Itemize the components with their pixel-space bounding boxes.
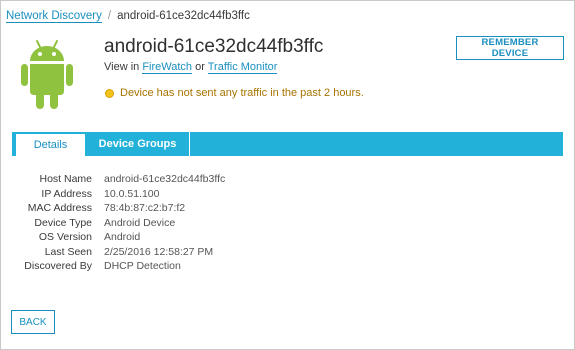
- detail-value: 78:4b:87:c2:b7:f2: [104, 202, 186, 214]
- tab-details[interactable]: Details: [16, 134, 85, 156]
- breadcrumb-separator: /: [107, 10, 112, 22]
- detail-value: android-61ce32dc44fb3ffc: [104, 173, 226, 185]
- android-icon: [21, 40, 73, 109]
- device-details: Host Name android-61ce32dc44fb3ffc IP Ad…: [0, 172, 225, 274]
- view-in-prefix: View in: [104, 61, 140, 73]
- breadcrumb: Network Discovery / android-61ce32dc44fb3f…: [6, 10, 250, 23]
- breadcrumb-current: android-61ce32dc44fb3ffc: [117, 10, 250, 22]
- warning-dot-icon: [105, 88, 114, 98]
- detail-value: 2/25/2016 12:58:27 PM: [104, 245, 214, 258]
- detail-row-last-seen: Last Seen 2/25/2016 12:58:27 PM: [0, 245, 225, 260]
- or-text: or: [195, 61, 205, 73]
- detail-row-os-version: OS Version Android: [0, 230, 225, 245]
- detail-row-mac-address: MAC Address 78:4b:87:c2:b7:f2: [0, 201, 225, 216]
- breadcrumb-network-discovery-link[interactable]: Network Discovery: [6, 10, 102, 23]
- detail-row-discovered-by: Discovered By DHCP Detection: [0, 259, 225, 274]
- detail-row-device-type: Device Type Android Device: [0, 216, 225, 231]
- remember-device-button[interactable]: REMEMBER DEVICE: [456, 36, 564, 60]
- view-in-links: View in FireWatch or Traffic Monitor: [104, 61, 278, 74]
- detail-row-ip-address: IP Address 10.0.51.100: [0, 187, 225, 202]
- detail-row-host-name: Host Name android-61ce32dc44fb3ffc: [0, 172, 225, 187]
- device-title: android-61ce32dc44fb3ffc: [104, 36, 324, 57]
- detail-label: Last Seen: [44, 245, 92, 258]
- firewatch-link[interactable]: FireWatch: [142, 61, 193, 74]
- tab-bar: Details Device Groups: [12, 132, 563, 156]
- detail-label: Device Type: [34, 216, 92, 229]
- detail-value: DHCP Detection: [104, 260, 181, 272]
- detail-value: Android Device: [104, 216, 176, 229]
- traffic-warning: Device has not sent any traffic in the p…: [105, 87, 364, 99]
- traffic-monitor-link[interactable]: Traffic Monitor: [207, 61, 278, 74]
- detail-label: MAC Address: [27, 202, 92, 214]
- detail-label: OS Version: [38, 231, 92, 243]
- warning-text: Device has not sent any traffic in the p…: [120, 87, 364, 99]
- back-button[interactable]: BACK: [11, 310, 55, 334]
- detail-value: Android: [104, 231, 141, 243]
- detail-label: IP Address: [41, 187, 92, 200]
- detail-label: Discovered By: [24, 260, 92, 272]
- tab-device-groups[interactable]: Device Groups: [86, 132, 190, 156]
- detail-label: Host Name: [39, 173, 92, 185]
- detail-value: 10.0.51.100: [104, 187, 160, 200]
